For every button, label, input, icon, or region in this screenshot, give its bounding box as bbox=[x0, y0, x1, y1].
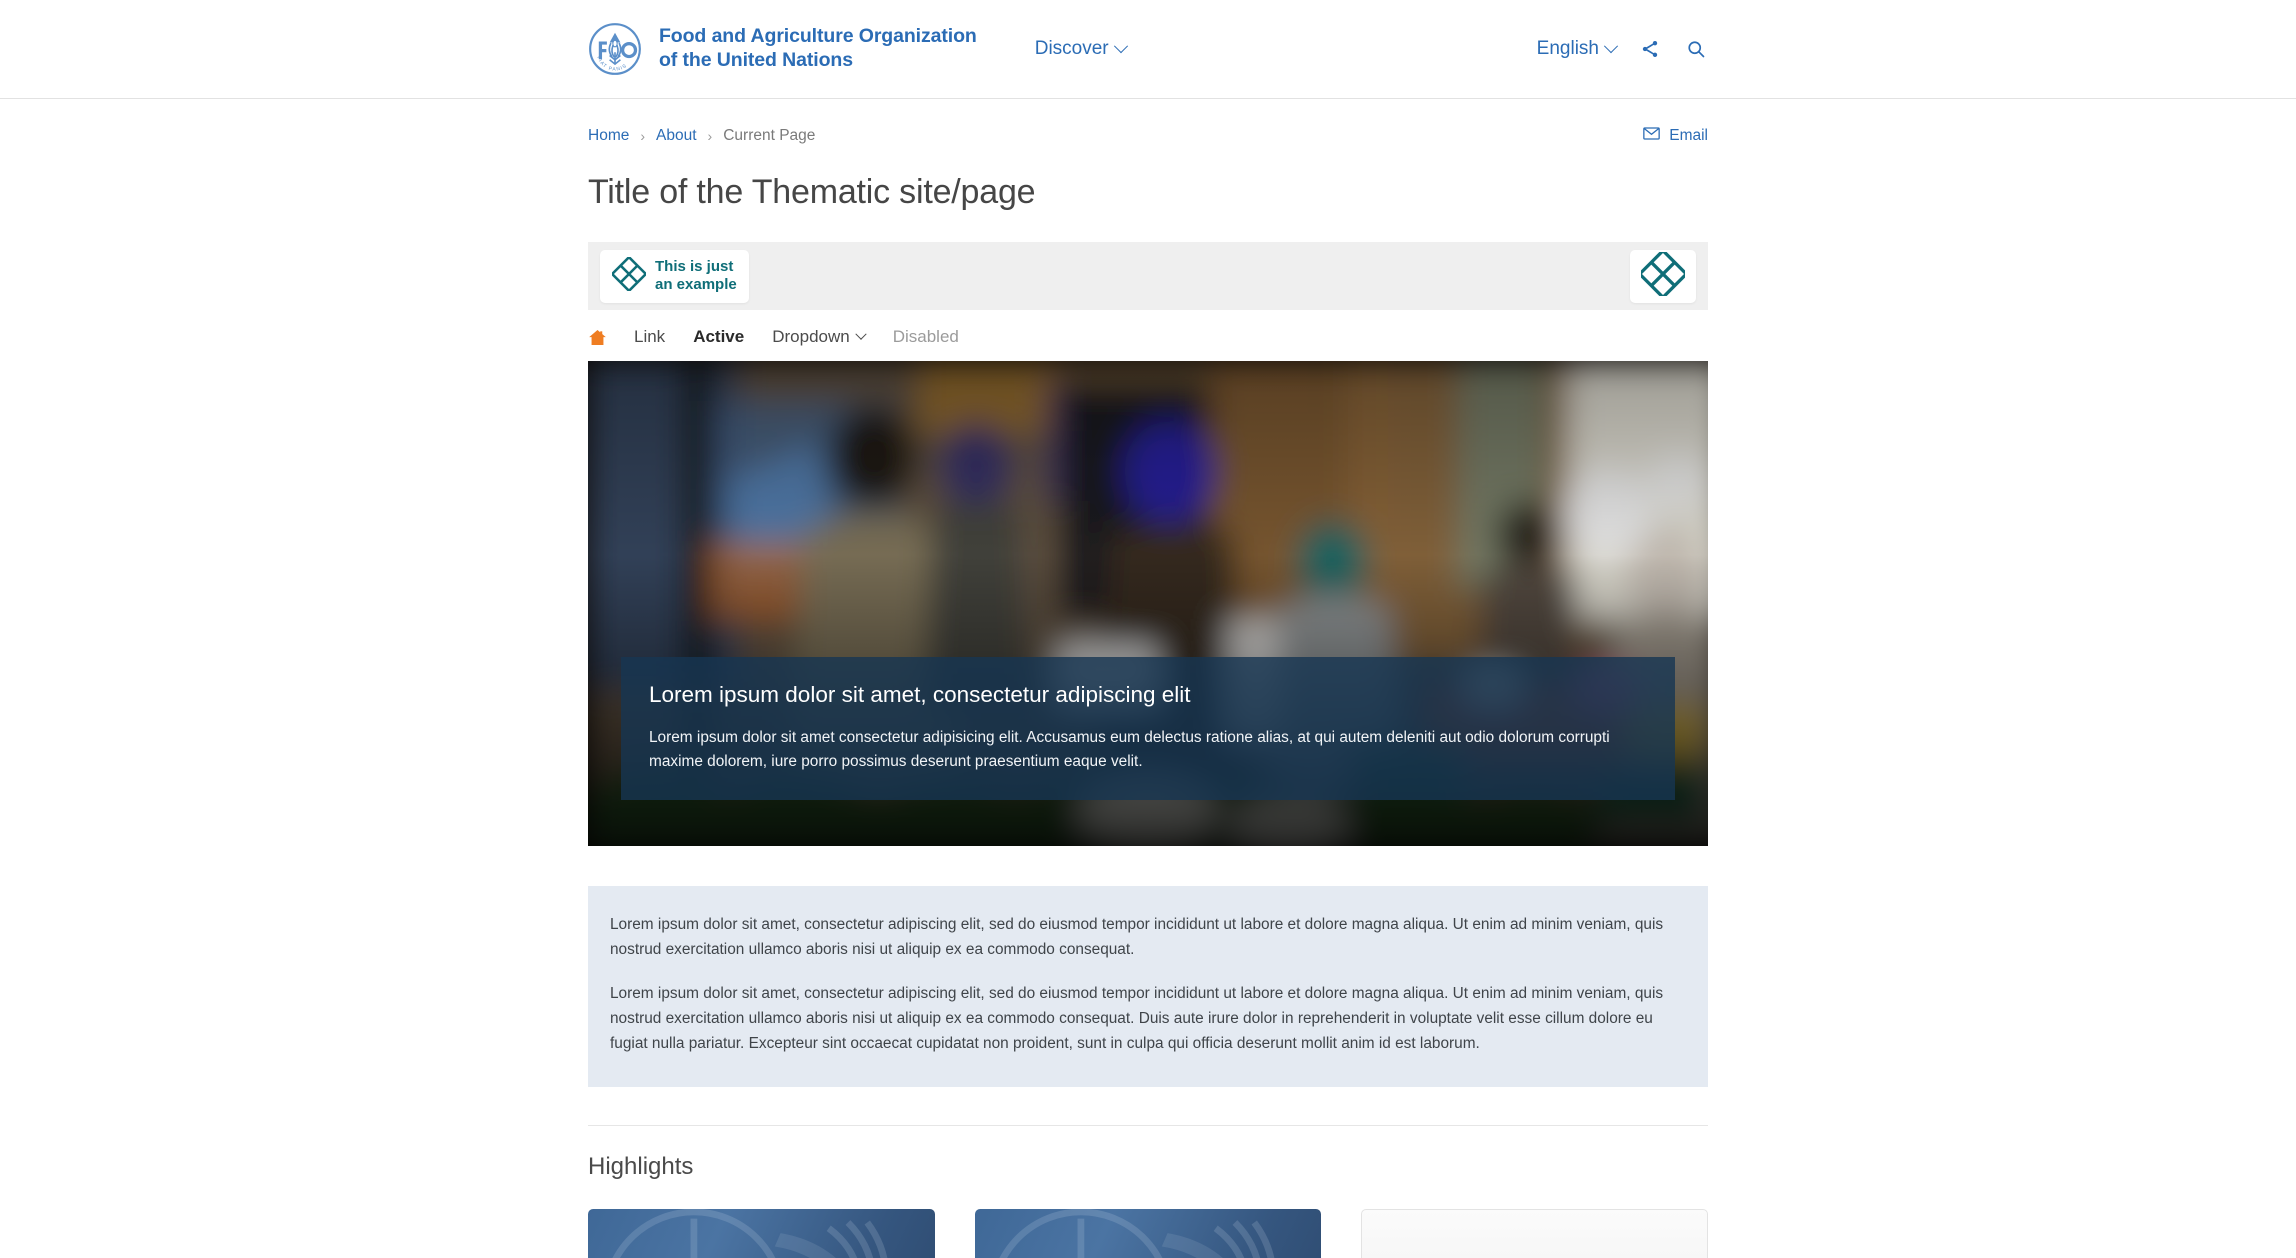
brand-name: Food and Agriculture Organization of the… bbox=[659, 25, 977, 73]
brand-line-1: Food and Agriculture Organization bbox=[659, 25, 977, 48]
chevron-down-icon bbox=[1113, 39, 1128, 54]
section-navigation: Link Active Dropdown Disabled bbox=[588, 327, 1708, 347]
home-icon[interactable] bbox=[588, 328, 620, 347]
diamond-quad-icon bbox=[610, 254, 648, 296]
fao-emblem-watermark-icon bbox=[612, 1208, 888, 1258]
nav-item-dropdown[interactable]: Dropdown bbox=[758, 327, 879, 347]
nav-discover-label: Discover bbox=[1034, 38, 1109, 59]
nav-item-link[interactable]: Link bbox=[620, 327, 679, 347]
highlights-title: Highlights bbox=[588, 1152, 694, 1180]
content-wrap: Home › About › Current Page Email Title … bbox=[588, 99, 1708, 1258]
breadcrumb-separator: › bbox=[707, 128, 713, 144]
intro-paragraph-2: Lorem ipsum dolor sit amet, consectetur … bbox=[610, 984, 1664, 1052]
breadcrumb: Home › About › Current Page bbox=[588, 127, 815, 145]
highlight-card[interactable] bbox=[974, 1208, 1322, 1258]
nav-item-dropdown-label: Dropdown bbox=[772, 327, 850, 346]
secondary-logo-chip[interactable] bbox=[1630, 247, 1696, 303]
nav-item-active[interactable]: Active bbox=[679, 327, 758, 347]
hero-caption-body: Lorem ipsum dolor sit amet consectetur a… bbox=[649, 729, 1610, 771]
hero-caption: Lorem ipsum dolor sit amet, consectetur … bbox=[621, 657, 1675, 800]
hero-banner: Lorem ipsum dolor sit amet, consectetur … bbox=[588, 361, 1708, 846]
breadcrumb-item-home[interactable]: Home bbox=[588, 127, 629, 145]
page-title: Title of the Thematic site/page bbox=[588, 173, 1036, 211]
language-selector[interactable]: English bbox=[1536, 38, 1619, 60]
envelope-icon bbox=[1643, 127, 1661, 145]
nav-discover[interactable]: Discover bbox=[1034, 38, 1128, 60]
example-logo-text: This is just an example bbox=[655, 258, 737, 293]
chevron-down-icon bbox=[855, 328, 867, 340]
partner-logo-strip: This is just an example bbox=[588, 242, 1708, 310]
breadcrumb-item-about[interactable]: About bbox=[656, 127, 697, 145]
chevron-down-icon bbox=[1603, 39, 1619, 54]
search-icon[interactable] bbox=[1684, 37, 1708, 61]
fao-emblem-watermark-icon bbox=[998, 1208, 1274, 1258]
example-logo-chip[interactable]: This is just an example bbox=[600, 249, 749, 303]
fao-logo-icon: FIAT PANIS bbox=[588, 22, 642, 76]
nav-item-disabled: Disabled bbox=[892, 327, 959, 346]
breadcrumb-row: Home › About › Current Page Email bbox=[588, 99, 1708, 145]
diamond-quad-icon bbox=[1637, 247, 1689, 301]
share-icon[interactable] bbox=[1638, 37, 1662, 61]
brand-line-2: of the United Nations bbox=[659, 49, 853, 71]
fao-brand-link[interactable]: FIAT PANIS Food and Agriculture Organiza… bbox=[588, 22, 977, 76]
intro-text-box: Lorem ipsum dolor sit amet, consectetur … bbox=[588, 886, 1708, 1087]
page-root: FIAT PANIS Food and Agriculture Organiza… bbox=[0, 0, 2296, 1258]
email-share-button[interactable]: Email bbox=[1643, 127, 1708, 145]
section-divider bbox=[588, 1124, 1708, 1126]
breadcrumb-separator: › bbox=[640, 128, 646, 144]
language-label: English bbox=[1536, 38, 1599, 59]
header-actions: English bbox=[1537, 37, 1708, 61]
intro-paragraph-1: Lorem ipsum dolor sit amet, consectetur … bbox=[610, 916, 1664, 958]
hero-caption-title: Lorem ipsum dolor sit amet, consectetur … bbox=[649, 682, 1191, 708]
highlight-card[interactable] bbox=[1361, 1208, 1708, 1258]
highlights-card-grid bbox=[588, 1208, 1708, 1258]
breadcrumb-item-current: Current Page bbox=[723, 127, 816, 144]
highlight-card[interactable] bbox=[588, 1208, 935, 1258]
site-header: FIAT PANIS Food and Agriculture Organiza… bbox=[0, 0, 2296, 99]
email-label: Email bbox=[1669, 127, 1708, 144]
